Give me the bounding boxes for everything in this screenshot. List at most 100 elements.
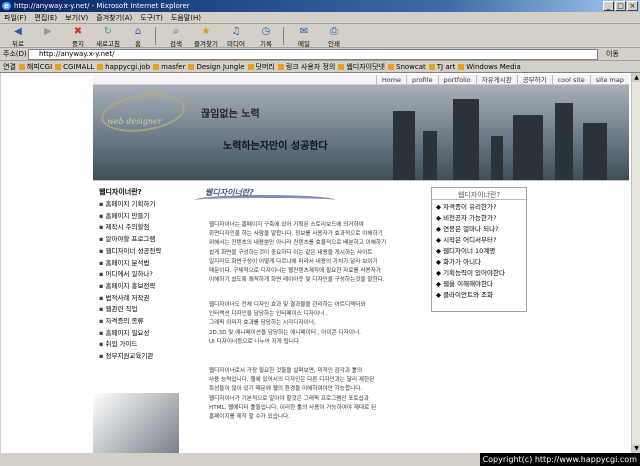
building-silhouette <box>491 136 503 181</box>
sidebar-item[interactable]: 자격증의 종류 <box>99 316 161 328</box>
toolbar-separator <box>283 27 287 45</box>
window-title-bar: e http://anyway.x-y.net/ - Microsoft Int… <box>0 0 640 12</box>
minimize-button[interactable]: _ <box>603 1 614 11</box>
scroll-up-icon[interactable]: ▲ <box>632 73 640 82</box>
paragraph-roles: 웹디자이너도 전체 디자인 효과 및 결과물을 관리하는 아트디렉터와 인터랙션… <box>209 302 366 345</box>
building-silhouette <box>393 111 415 181</box>
back-button[interactable]: ◀ 뒤로 <box>3 24 33 48</box>
menu-tools[interactable]: 도구(T) <box>140 12 163 23</box>
nav-cool-site[interactable]: cool site <box>551 75 590 84</box>
link-item[interactable]: happycgi.job <box>97 61 150 72</box>
refresh-button[interactable]: ↻ 새로고침 <box>93 24 123 48</box>
menu-help[interactable]: 도움말(H) <box>171 12 201 23</box>
window-title: http://anyway.x-y.net/ - Microsoft Inter… <box>14 2 190 10</box>
building-silhouette <box>453 99 479 181</box>
banner-headline: 끊임없는 노력 <box>201 109 260 120</box>
sidebar-item[interactable]: 알아야할 프로그램 <box>99 234 161 246</box>
link-item[interactable]: masfer <box>153 61 185 72</box>
faq-item[interactable]: 자격증이 유리한가? <box>436 202 522 213</box>
content-title: 웹디자이너란? <box>205 188 254 197</box>
address-bar: 주소(D) http://anyway.x-y.net/ 이동 <box>0 48 640 61</box>
sidebar-item[interactable]: 법적사례 저작권 <box>99 293 161 305</box>
print-button[interactable]: ⎙ 인쇄 <box>319 24 349 48</box>
sidebar-item[interactable]: 웹관련 직업 <box>99 304 161 316</box>
sidebar-item[interactable]: 홈페이지 분석법 <box>99 258 161 270</box>
menu-edit[interactable]: 편집(E) <box>34 12 57 23</box>
main-content: 웹디자이너란? 웹디자이너는 홈페이지 구축에 있어 기획된 스토리보드에 의거… <box>183 181 423 453</box>
scroll-down-icon[interactable]: ▼ <box>632 444 640 453</box>
building-silhouette <box>513 115 543 181</box>
menu-view[interactable]: 보기(V) <box>65 12 88 23</box>
stop-button[interactable]: ✖ 중지 <box>63 24 93 48</box>
link-item[interactable]: 닷머리 <box>248 61 275 72</box>
sidebar-item[interactable]: 어디에서 일하나? <box>99 269 161 281</box>
faq-item[interactable]: 클라이언트와 조화 <box>436 290 522 301</box>
print-icon: ⎙ <box>330 26 338 37</box>
link-item[interactable]: Snowcat <box>388 61 426 72</box>
faq-item[interactable]: 연봉은 얼마나 되나? <box>436 224 522 235</box>
sidebar-title[interactable]: 웹디자이너란? <box>99 187 142 197</box>
favorites-icon: ★ <box>201 26 211 37</box>
ie-logo-icon: e <box>2 2 11 10</box>
refresh-icon: ↻ <box>103 26 113 37</box>
sidebar-item[interactable]: 홈페이지 만들기 <box>99 211 161 223</box>
home-button[interactable]: ⌂ 홈 <box>123 24 153 48</box>
menu-file[interactable]: 파일(F) <box>4 12 26 23</box>
paragraph-intro: 웹디자이너는 홈페이지 구축에 있어 기획된 스토리보드에 의거하여 화면디자인… <box>209 222 387 284</box>
link-item[interactable]: 해피CGI <box>19 61 52 72</box>
nav-portfolio[interactable]: portfolio <box>437 75 476 84</box>
maximize-button[interactable]: □ <box>615 1 626 11</box>
faq-item[interactable]: 시작은 어디서부터? <box>436 235 522 246</box>
link-item[interactable]: Windows Media <box>458 61 521 72</box>
faq-item[interactable]: 기획능력이 있어야한다 <box>436 268 522 279</box>
link-item[interactable]: Design Jungle <box>188 61 244 72</box>
go-button[interactable]: 이동 <box>606 48 619 61</box>
forward-button[interactable]: ▶ <box>33 24 63 48</box>
sidebar: 웹디자이너란? 홈페이지 기획하기 홈페이지 만들기 제작시 주의할점 알아야할… <box>93 181 179 453</box>
sidebar-item[interactable]: 취업 가이드 <box>99 339 161 351</box>
mail-icon: ✉ <box>299 26 309 37</box>
paragraph-skills: 웹디자이너로서 가장 필요한 것들을 살펴보면, 미적인 감각과 툴의 사용 능… <box>209 368 377 421</box>
media-icon: ♫ <box>231 26 241 37</box>
faq-item[interactable]: 비전공자 가능한가? <box>436 213 522 224</box>
nav-site-map[interactable]: site map <box>589 75 629 84</box>
faq-list: 자격증이 유리한가? 비전공자 가능한가? 연봉은 얼마나 되나? 시작은 어디… <box>432 200 526 303</box>
faq-item[interactable]: 웹을 이해해야한다 <box>436 279 522 290</box>
standard-toolbar: ◀ 뒤로 ▶ ✖ 중지 ↻ 새로고침 ⌂ 홈 ⌕ 검색 ★ 즐겨찾기 ♫ 미디어 ◷ 기록 ✉ 메… <box>0 24 640 48</box>
stop-icon: ✖ <box>73 26 83 37</box>
search-button[interactable]: ⌕ 검색 <box>161 24 191 48</box>
sidebar-item[interactable]: 홈페이지 홍보전략 <box>99 281 161 293</box>
address-input[interactable]: http://anyway.x-y.net/ <box>28 49 598 60</box>
link-item[interactable]: 링크 사용자 정의 <box>278 61 336 72</box>
forward-arrow-icon: ▶ <box>44 26 52 37</box>
faq-item[interactable]: 웹디자이너 10계명 <box>436 246 522 257</box>
media-button[interactable]: ♫ 미디어 <box>221 24 251 48</box>
back-arrow-icon: ◀ <box>14 26 22 37</box>
building-silhouette <box>555 103 573 181</box>
menu-favorites[interactable]: 즐겨찾기(A) <box>96 12 132 23</box>
banner-subheadline: 노력하는자만이 성공한다 <box>223 141 328 152</box>
link-item[interactable]: 웹디자이닷넷 <box>338 61 385 72</box>
home-icon: ⌂ <box>134 26 142 37</box>
link-item[interactable]: TJ art <box>429 61 455 72</box>
nav-board[interactable]: 자유게시판 <box>475 75 517 84</box>
content-heading: 웹디자이너란? <box>195 187 335 207</box>
vertical-scrollbar[interactable]: ▲ ▼ <box>631 73 640 453</box>
close-button[interactable]: × <box>627 1 638 11</box>
nav-study[interactable]: 공부하기 <box>516 75 552 84</box>
nav-profile[interactable]: profile <box>406 75 438 84</box>
sidebar-item[interactable]: 제작시 주의할점 <box>99 222 161 234</box>
mail-button[interactable]: ✉ 메일 <box>289 24 319 48</box>
favorites-button[interactable]: ★ 즐겨찾기 <box>191 24 221 48</box>
sidebar-item[interactable]: 홈페이지 필요성 <box>99 328 161 340</box>
banner-logo-text: web designer <box>107 117 162 126</box>
search-icon: ⌕ <box>173 26 179 37</box>
sidebar-item[interactable]: 정부지원교육기관 <box>99 351 161 363</box>
history-button[interactable]: ◷ 기록 <box>251 24 281 48</box>
faq-item[interactable]: 화가가 아니다 <box>436 257 522 268</box>
building-silhouette <box>423 131 437 181</box>
link-item[interactable]: CGIMALL <box>55 61 94 72</box>
sidebar-item[interactable]: 홈페이지 기획하기 <box>99 199 161 211</box>
nav-home[interactable]: Home <box>375 75 406 84</box>
sidebar-item[interactable]: 웹디자이너 성공전략 <box>99 246 161 258</box>
